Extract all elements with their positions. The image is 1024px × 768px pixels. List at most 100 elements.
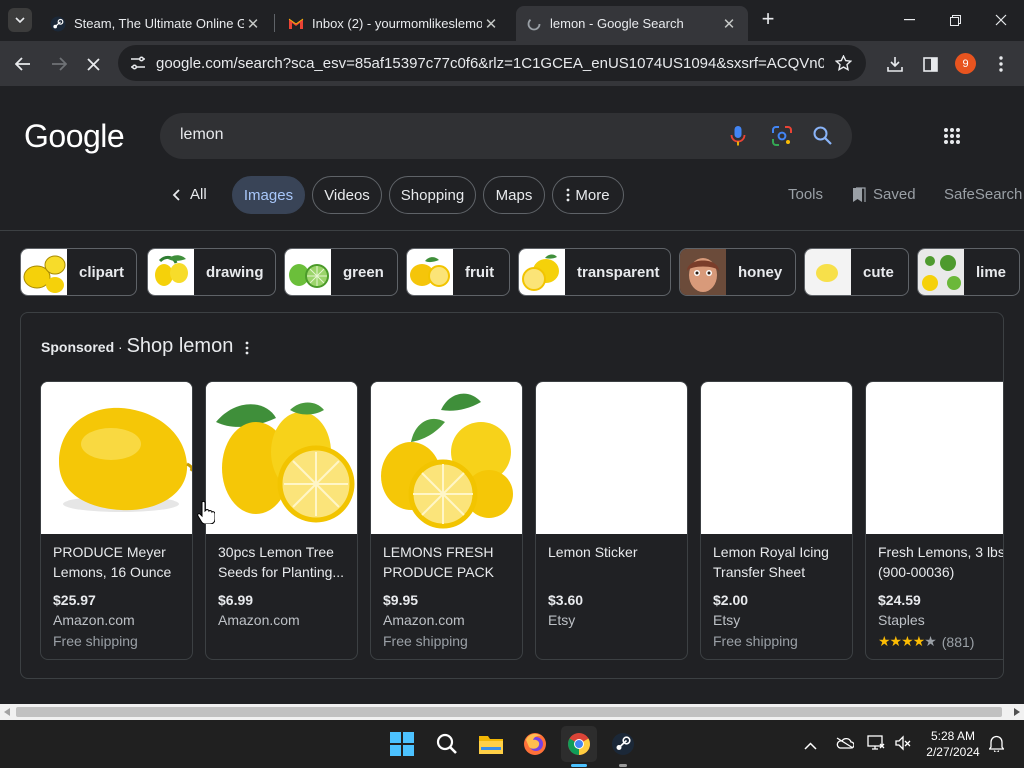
start-button[interactable] <box>384 726 420 762</box>
side-panel-button[interactable] <box>917 51 943 77</box>
product-card[interactable]: 30pcs Lemon Tree Seeds for Planting... $… <box>205 381 358 660</box>
scroll-left-arrow-icon[interactable] <box>4 708 11 716</box>
ad-options-button[interactable] <box>245 341 253 357</box>
close-window-button[interactable] <box>990 10 1012 30</box>
firefox-button[interactable] <box>517 726 553 762</box>
refinement-chip-transparent[interactable]: transparent <box>518 248 671 296</box>
taskbar-search-button[interactable] <box>429 726 465 762</box>
honey-character-thumbnail <box>680 249 726 295</box>
refinement-chip-clipart[interactable]: clipart <box>20 248 137 296</box>
search-icon[interactable] <box>813 126 832 145</box>
chrome-button[interactable] <box>561 726 597 762</box>
forward-button[interactable] <box>46 51 72 77</box>
network-button[interactable] <box>867 735 885 756</box>
google-lens-icon[interactable] <box>771 125 793 147</box>
show-hidden-icons-button[interactable] <box>804 737 817 755</box>
back-button[interactable] <box>10 51 36 77</box>
product-shipping: Free shipping <box>713 633 798 649</box>
product-title[interactable]: Fresh Lemons, 3 lbs. (900-00036) <box>878 542 1003 582</box>
refinement-chip-lime[interactable]: lime <box>917 248 1020 296</box>
minimize-button[interactable] <box>898 10 920 30</box>
close-tab-icon[interactable]: ✕ <box>720 15 738 33</box>
google-logo[interactable]: Google <box>24 118 125 155</box>
tab-all-label: All <box>190 186 207 203</box>
product-shipping: Free shipping <box>53 633 138 649</box>
google-apps-button[interactable] <box>943 127 963 147</box>
windows-taskbar: 5:28 AM 2/27/2024 <box>0 720 1024 768</box>
product-card[interactable]: Lemon Royal Icing Transfer Sheet $2.00 E… <box>700 381 853 660</box>
browser-toolbar: google.com/search?sca_esv=85af15397c77c0… <box>0 41 1024 86</box>
notifications-button[interactable] <box>988 735 1005 757</box>
cloud-offline-icon <box>836 737 855 749</box>
saved-button[interactable]: Saved <box>852 186 916 203</box>
steam-button[interactable] <box>605 726 641 762</box>
search-box[interactable]: lemon <box>160 113 852 159</box>
product-title[interactable]: Lemon Sticker <box>548 542 680 582</box>
firefox-icon <box>524 733 546 755</box>
tab-gmail[interactable]: Inbox (2) - yourmomlikeslemon ✕ <box>278 6 510 41</box>
restore-button[interactable] <box>944 10 966 30</box>
product-price: $3.60 <box>548 592 584 608</box>
product-title[interactable]: 30pcs Lemon Tree Seeds for Planting... <box>218 542 350 582</box>
close-tab-icon[interactable]: ✕ <box>244 15 262 33</box>
tab-videos[interactable]: Videos <box>312 176 382 214</box>
minimize-icon <box>903 19 915 21</box>
saved-label: Saved <box>873 186 916 203</box>
chevron-up-icon <box>804 742 817 750</box>
safesearch-button[interactable]: SafeSearch <box>944 186 1022 203</box>
sponsored-label: Sponsored <box>41 339 115 355</box>
tab-shopping[interactable]: Shopping <box>389 176 476 214</box>
product-card[interactable]: PRODUCE Meyer Lemons, 16 Ounce $25.97 Am… <box>40 381 193 660</box>
tab-maps[interactable]: Maps <box>483 176 545 214</box>
volume-button[interactable] <box>895 735 911 756</box>
tab-shopping-label: Shopping <box>400 186 465 204</box>
product-shipping: Free shipping <box>383 633 468 649</box>
tab-search-button[interactable] <box>8 8 32 32</box>
refinement-chip-fruit[interactable]: fruit <box>406 248 510 296</box>
tab-google-search[interactable]: lemon - Google Search ✕ <box>516 6 748 41</box>
product-title[interactable]: PRODUCE Meyer Lemons, 16 Ounce <box>53 542 185 582</box>
lemon-drawing-thumbnail <box>148 249 194 295</box>
file-explorer-button[interactable] <box>473 726 509 762</box>
onedrive-button[interactable] <box>836 736 855 754</box>
refinement-chip-cute[interactable]: cute <box>804 248 909 296</box>
volume-muted-icon <box>895 735 911 751</box>
refinement-chip-green[interactable]: green <box>284 248 398 296</box>
steam-icon <box>612 733 634 755</box>
horizontal-scrollbar[interactable] <box>0 704 1024 720</box>
product-title[interactable]: Lemon Royal Icing Transfer Sheet <box>713 542 845 582</box>
microphone-icon[interactable] <box>730 125 746 147</box>
tab-all[interactable]: All <box>172 186 207 203</box>
tools-button[interactable]: Tools <box>788 186 823 203</box>
scrollbar-thumb[interactable] <box>16 707 1002 717</box>
lemon-fruit-thumbnail <box>407 249 453 295</box>
tab-more[interactable]: More <box>552 176 624 214</box>
browser-menu-button[interactable] <box>989 51 1013 77</box>
apps-grid-icon <box>944 128 960 144</box>
close-tab-icon[interactable]: ✕ <box>482 15 500 33</box>
forward-arrow-icon <box>52 57 67 71</box>
restore-icon <box>949 14 961 26</box>
windows-logo-icon <box>390 732 414 756</box>
stop-loading-button[interactable] <box>80 51 106 77</box>
tab-title: Inbox (2) - yourmomlikeslemon <box>312 16 482 31</box>
tab-steam[interactable]: Steam, The Ultimate Online Gar ✕ <box>40 6 272 41</box>
google-results-page: Google lemon All Images Videos Shopping … <box>0 86 1024 704</box>
profile-avatar[interactable]: 9 <box>955 53 976 74</box>
address-bar[interactable]: google.com/search?sca_esv=85af15397c77c0… <box>118 45 866 81</box>
tab-images[interactable]: Images <box>232 176 305 214</box>
product-card[interactable]: LEMONS FRESH PRODUCE PACK O... $9.95 Ama… <box>370 381 523 660</box>
new-tab-button[interactable]: + <box>758 8 778 32</box>
refinement-chip-honey[interactable]: honey <box>679 248 796 296</box>
bookmark-star-icon[interactable] <box>835 55 852 71</box>
downloads-button[interactable] <box>882 51 908 77</box>
scroll-right-arrow-icon[interactable] <box>1013 708 1020 716</box>
refinement-chip-drawing[interactable]: drawing <box>147 248 276 296</box>
product-card[interactable]: Fresh Lemons, 3 lbs. (900-00036) $24.59 … <box>865 381 1003 660</box>
product-card[interactable]: Lemon Sticker $3.60 Etsy <box>535 381 688 660</box>
product-title[interactable]: LEMONS FRESH PRODUCE PACK O... <box>383 542 515 582</box>
url-text[interactable]: google.com/search?sca_esv=85af15397c77c0… <box>156 55 824 72</box>
clock-date: 2/27/2024 <box>926 745 980 759</box>
clock[interactable]: 5:28 AM 2/27/2024 <box>922 728 984 760</box>
search-input[interactable]: lemon <box>180 126 224 144</box>
